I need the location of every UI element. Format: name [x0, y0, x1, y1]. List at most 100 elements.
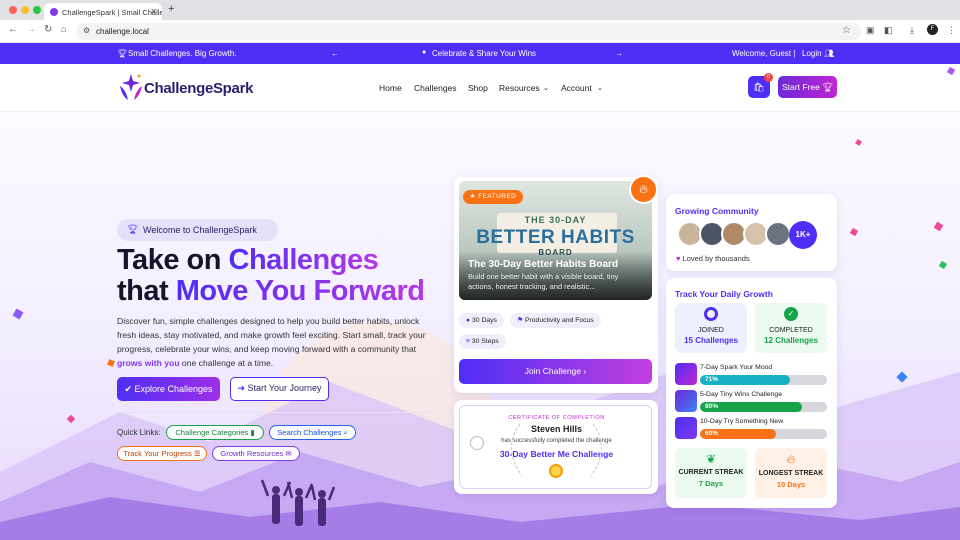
download-icon[interactable]: ⤓ — [910, 25, 914, 36]
challenge-thumbnail[interactable] — [675, 417, 697, 439]
back-icon[interactable]: ← — [8, 24, 18, 35]
account-chevron-down-icon[interactable]: ⌄ — [597, 84, 603, 92]
check-circle-icon: ✔︎ — [124, 384, 135, 394]
quick-link-label: Growth Resources — [220, 449, 284, 458]
welcome-guest-text: Welcome, Guest | — [732, 49, 796, 58]
start-free-button[interactable]: Start Free 🏆︎ — [778, 76, 837, 98]
announce-next-arrow-icon[interactable]: → — [615, 49, 623, 58]
featured-challenge-description: Build one better habit with a visible bo… — [468, 272, 619, 291]
headline-line-1: Take on Challenges — [117, 244, 379, 277]
nav-challenges[interactable]: Challenges — [414, 83, 457, 93]
menu-icon[interactable]: ⋮ — [947, 25, 956, 36]
progress-item-label[interactable]: 10-Day Try Something New — [700, 418, 783, 425]
progress-item-label[interactable]: 5-Day Tiny Wins Challenge — [700, 391, 782, 398]
new-tab-icon[interactable]: + — [168, 3, 174, 15]
profile-avatar[interactable]: F — [927, 24, 938, 35]
start-journey-button[interactable]: ➜ Start Your Journey — [230, 377, 329, 401]
progress-bar: 71% — [700, 375, 827, 385]
image-title-line-1: THE 30-DAY — [524, 215, 587, 225]
completed-stat: ✓ COMPLETED 12 Challenges — [755, 303, 827, 353]
quick-link-label: Track Your Progress — [123, 449, 192, 458]
laurel-wreath-icon — [510, 423, 603, 477]
browser-tab[interactable]: ChallengeSpark | Small Challe ✕ — [44, 3, 162, 20]
target-icon — [704, 307, 718, 321]
close-tab-icon[interactable]: ✕ — [150, 7, 157, 16]
nav-account[interactable]: Account — [561, 83, 592, 93]
flag-icon: ⚑ — [517, 317, 525, 324]
trophy-icon: 🏆︎ — [822, 82, 833, 92]
camera-icon[interactable]: ▣ — [866, 25, 875, 36]
join-challenge-button[interactable]: Join Challenge › — [459, 359, 652, 384]
bookmark-icon: ▮ — [250, 428, 255, 437]
address-bar[interactable]: ⚙ challenge.local ☆ — [76, 23, 861, 40]
home-icon[interactable]: ⌂ — [61, 24, 66, 34]
headline-highlight: Challenges — [228, 244, 379, 276]
headline-highlight: Move You Forward — [175, 275, 425, 307]
current-streak-value: 7 Days — [698, 479, 724, 488]
progress-bar: 60% — [700, 429, 827, 439]
bookmark-star-icon[interactable]: ☆ — [842, 25, 851, 36]
announce-prev-arrow-icon[interactable]: ← — [331, 49, 339, 58]
longest-streak-stat: 🔥︎ LONGEST STREAK 10 Days — [755, 448, 827, 498]
progress-percent: 60% — [705, 430, 719, 437]
login-link[interactable]: Login — [802, 49, 822, 58]
chevron-right-icon: › — [581, 366, 587, 376]
check-circle-icon: ✓ — [784, 307, 798, 321]
resources-chevron-down-icon[interactable]: ⌄ — [543, 84, 549, 92]
community-count-badge: 1K+ — [789, 221, 817, 249]
site-header: ChallengeSpark Home Challenges Shop Reso… — [0, 64, 960, 112]
tag-label: 30 Days — [472, 317, 497, 324]
joined-stat: JOINED 15 Challenges — [675, 303, 747, 353]
trophy-icon: 🏆︎ — [117, 49, 128, 58]
list-icon: ☰ — [193, 449, 201, 458]
browser-toolbar: ← → ↻ ⌂ ⚙ challenge.local ☆ ▣ ◧ ⤓ F ⋮ — [0, 20, 960, 43]
trophy-icon: 🏆︎ — [127, 224, 139, 234]
joined-value: 15 Challenges — [684, 336, 738, 345]
current-streak-stat: ❦ CURRENT STREAK 7 Days — [675, 448, 747, 498]
maximize-window-icon[interactable] — [33, 6, 41, 14]
progress-item-label[interactable]: 7-Day Spark Your Mood — [700, 364, 772, 371]
nav-home[interactable]: Home — [379, 83, 402, 93]
extensions-icon[interactable]: ◧ — [884, 25, 893, 36]
divider — [117, 412, 437, 413]
forward-icon[interactable]: → — [26, 24, 36, 35]
close-window-icon[interactable] — [9, 6, 17, 14]
tab-title: ChallengeSpark | Small Challe — [62, 8, 162, 17]
favicon-icon — [50, 8, 58, 16]
cart-icon: 🛍︎ — [753, 82, 765, 92]
envelope-icon: ✉ — [285, 449, 292, 458]
site-settings-icon[interactable]: ⚙ — [83, 26, 90, 35]
quick-link-label: Challenge Categories — [175, 428, 249, 437]
fire-icon: 🔥︎ — [629, 175, 658, 204]
featured-challenge-title[interactable]: The 30-Day Better Habits Board — [468, 259, 618, 270]
announce-tagline: Small Challenges. Big Growth. — [128, 49, 237, 58]
announcement-bar: 🏆︎ Small Challenges. Big Growth. ← ● Cel… — [0, 43, 960, 64]
progress-fill: 80% — [700, 402, 802, 412]
loved-by-text: ♥ Loved by thousands — [676, 254, 750, 263]
quick-link-track[interactable]: Track Your Progress ☰ — [117, 446, 207, 461]
challenge-thumbnail[interactable] — [675, 363, 697, 385]
logo-icon[interactable] — [118, 72, 144, 102]
explore-challenges-button[interactable]: ✔︎ Explore Challenges — [117, 377, 220, 401]
community-title: Growing Community — [675, 206, 759, 216]
progress-fill: 60% — [700, 429, 777, 439]
announce-message: Celebrate & Share Your Wins — [432, 49, 537, 58]
logo-text[interactable]: ChallengeSpark — [144, 80, 253, 97]
cart-button[interactable]: 🛍︎ 0 — [748, 73, 773, 98]
quick-link-resources[interactable]: Growth Resources ✉ — [212, 446, 300, 461]
search-icon: ⌕ — [343, 428, 348, 437]
users-icon[interactable]: 👥︎ — [824, 49, 834, 58]
progress-percent: 80% — [705, 403, 719, 410]
description-text: Discover fun, simple challenges designed… — [117, 316, 426, 354]
minimize-window-icon[interactable] — [21, 6, 29, 14]
tag-steps: ≡ 30 Steps — [459, 334, 506, 349]
reload-icon[interactable]: ↻ — [44, 24, 52, 35]
challenge-thumbnail[interactable] — [675, 390, 697, 412]
nav-shop[interactable]: Shop — [468, 83, 488, 93]
quick-link-categories[interactable]: Challenge Categories ▮ — [166, 425, 264, 440]
joined-label: JOINED — [698, 327, 724, 334]
tag-category: ⚑ Productivity and Focus — [510, 313, 601, 328]
quick-link-search[interactable]: Search Challenges ⌕ — [269, 425, 356, 440]
nav-resources[interactable]: Resources — [499, 83, 540, 93]
flame-icon: 🔥︎ — [786, 452, 796, 466]
